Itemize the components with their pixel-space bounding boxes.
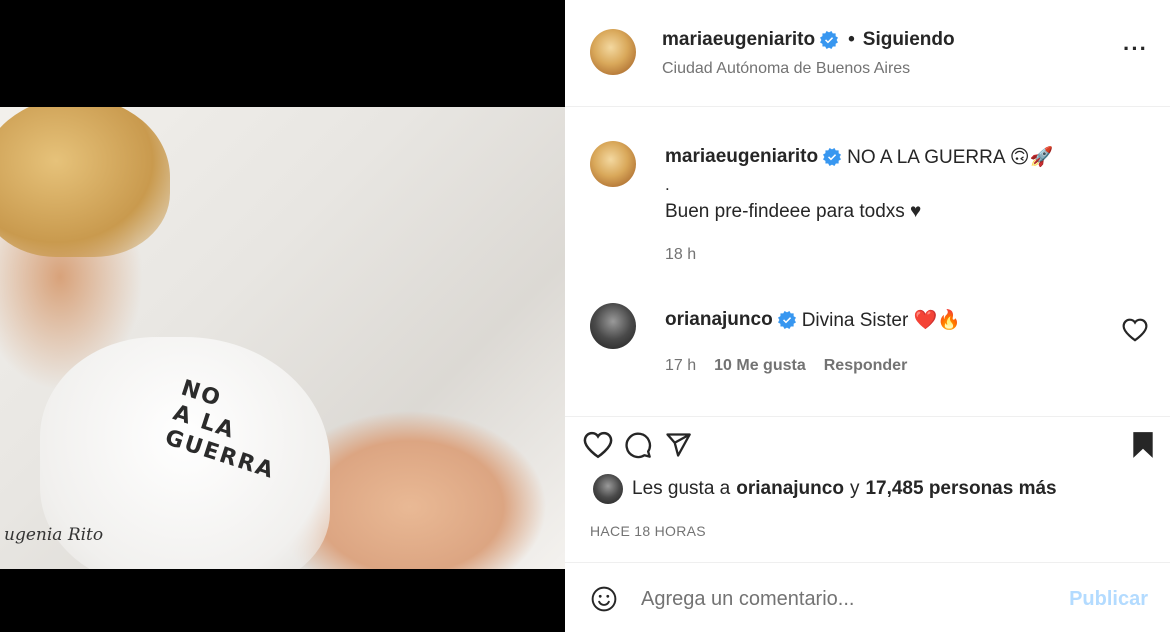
author-line: mariaeugeniarito • Siguiendo [662,29,955,51]
share-icon[interactable] [663,431,693,459]
following-button[interactable]: Siguiendo [863,29,955,51]
post-actions: Les gusta a orianajunco y 17,485 persona… [565,416,1170,562]
bookmark-icon[interactable] [1130,431,1156,459]
caption-dot: . [665,175,670,194]
likes-connector: y [849,478,860,499]
commenter-avatar[interactable] [590,303,636,349]
comment-line: orianajunco Divina Sister ❤️🔥 [665,308,961,332]
likes-count[interactable]: 17,485 personas más [865,478,1056,500]
caption-line: mariaeugeniarito NO A LA GUERRA 🙃🚀 [665,145,1053,169]
photo-hair [0,107,170,257]
post-media: NO A LA GUERRA ugenia Rito [0,0,565,632]
comment-time[interactable]: 17 h [665,357,696,375]
caption-text: NO A LA GUERRA 🙃🚀 [847,147,1054,168]
add-comment-bar: Publicar [565,562,1170,632]
heart-icon[interactable] [583,431,613,459]
post-photo[interactable]: NO A LA GUERRA ugenia Rito [0,107,565,569]
caption-time[interactable]: 18 h [665,246,696,264]
publish-button[interactable]: Publicar [1069,588,1148,611]
author-avatar[interactable] [590,29,636,75]
likes-summary: Les gusta a orianajunco y 17,485 persona… [593,474,1057,504]
comment-input[interactable] [641,583,1041,615]
action-icons [583,431,693,459]
caption-author-avatar[interactable] [590,141,636,187]
verified-badge-icon [777,311,796,329]
post-location[interactable]: Ciudad Autónoma de Buenos Aires [662,60,910,78]
post-sidebar: mariaeugeniarito • Siguiendo Ciudad Autó… [565,0,1170,632]
reply-button[interactable]: Responder [824,357,908,375]
comment-text: Divina Sister ❤️🔥 [801,310,961,331]
caption-second-line: Buen pre-findeee para todxs ♥ [665,201,922,222]
more-icon[interactable]: ··· [1123,36,1148,62]
emoji-icon[interactable] [591,586,617,617]
caption-username[interactable]: mariaeugeniarito [665,146,818,168]
photo-signature: ugenia Rito [4,525,104,545]
header-separator: • [848,29,855,50]
post-header: mariaeugeniarito • Siguiendo Ciudad Autó… [565,0,1170,107]
liker-avatar[interactable] [593,474,623,504]
comment-likes[interactable]: 10 Me gusta [714,357,806,375]
post-timestamp: HACE 18 HORAS [590,523,706,539]
verified-badge-icon [820,31,839,49]
comment-meta: 17 h 10 Me gusta Responder [665,357,925,375]
author-username[interactable]: mariaeugeniarito [662,29,815,51]
instagram-post: NO A LA GUERRA ugenia Rito mariaeugeniar… [0,0,1170,632]
likes-prefix: Les gusta a [632,478,731,499]
comment-icon[interactable] [623,431,653,459]
comment-heart-icon[interactable] [1122,318,1150,344]
commenter-username[interactable]: orianajunco [665,309,773,331]
verified-badge-icon [823,148,842,166]
liker-username[interactable]: orianajunco [736,478,844,500]
